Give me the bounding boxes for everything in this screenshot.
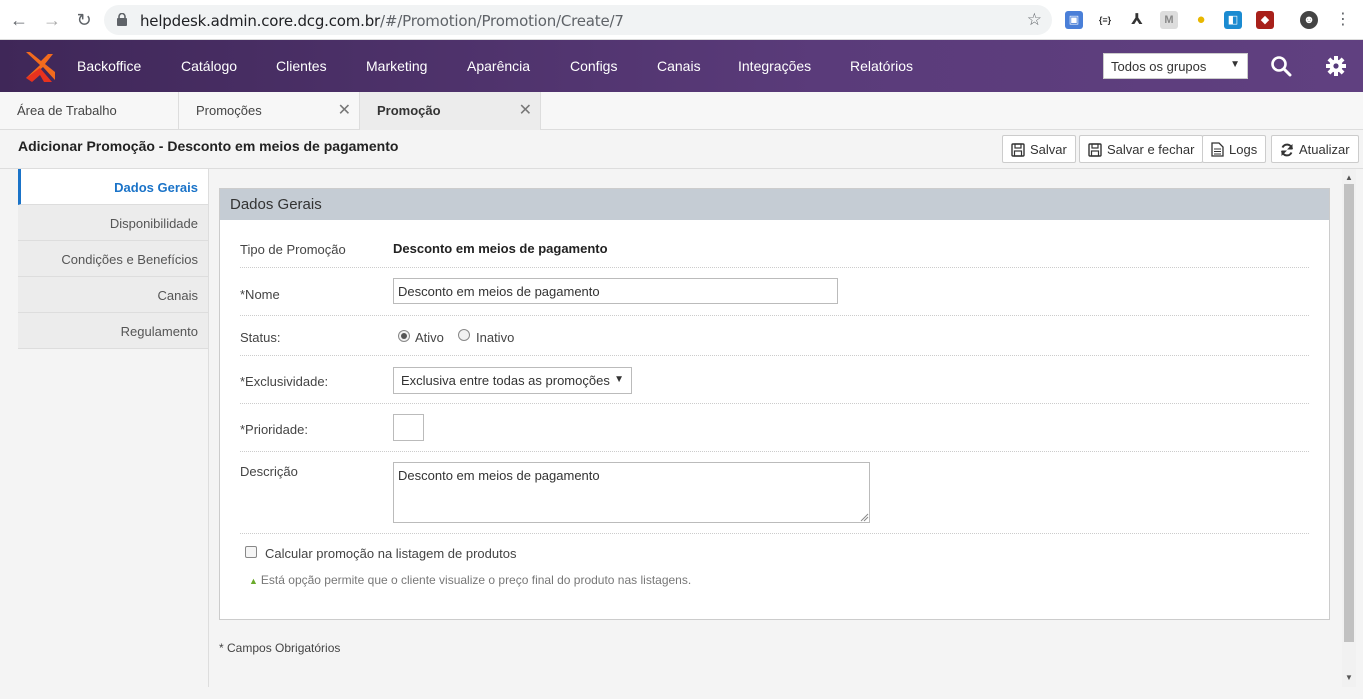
nav-catalogo[interactable]: Catálogo: [181, 58, 237, 74]
browser-menu-icon[interactable]: ⋮: [1332, 9, 1354, 31]
prioridade-label: *Prioridade:: [240, 422, 308, 437]
row-prioridade: *Prioridade:: [240, 404, 1309, 452]
extension-icon-3[interactable]: ⅄: [1128, 11, 1146, 29]
tab-promocoes[interactable]: Promoções ✕: [179, 92, 360, 130]
save-label: Salvar: [1030, 142, 1067, 157]
nome-input[interactable]: Desconto em meios de pagamento: [393, 278, 838, 304]
close-icon[interactable]: ✕: [519, 100, 532, 120]
document-icon: [1211, 142, 1224, 157]
bookmark-star-icon[interactable]: ☆: [1027, 10, 1042, 30]
extension-icon-2[interactable]: {≡}: [1096, 11, 1114, 29]
nav-configs[interactable]: Configs: [570, 58, 617, 74]
resize-handle-icon[interactable]: [860, 513, 869, 522]
back-icon[interactable]: ←: [8, 9, 30, 31]
forward-icon[interactable]: →: [41, 9, 63, 31]
browser-toolbar: ← → ↻ helpdesk.admin.core.dcg.com.br/#/P…: [0, 0, 1363, 40]
status-label: Status:: [240, 330, 281, 345]
nav-canais[interactable]: Canais: [657, 58, 701, 74]
menu-divider: [208, 169, 209, 687]
calc-promocao-hint: ▲ Está opção permite que o cliente visual…: [249, 573, 691, 587]
nav-aparencia[interactable]: Aparência: [467, 58, 530, 74]
group-select-value: Todos os grupos: [1111, 59, 1207, 74]
nav-backoffice[interactable]: Backoffice: [77, 58, 141, 74]
row-status: Status: Ativo Inativo: [240, 316, 1309, 356]
row-exclusividade: *Exclusividade: Exclusiva entre todas as…: [240, 356, 1309, 404]
tab-label: Promoções: [196, 103, 262, 118]
tab-label: Promoção: [377, 103, 441, 118]
logs-button[interactable]: Logs: [1202, 135, 1267, 163]
url-text: helpdesk.admin.core.dcg.com.br/#/Promoti…: [140, 12, 624, 30]
row-descricao: Descrição Desconto em meios de pagamento: [240, 452, 1309, 534]
address-bar[interactable]: helpdesk.admin.core.dcg.com.br/#/Promoti…: [104, 5, 1052, 35]
refresh-icon: [1281, 143, 1293, 157]
status-inativo-radio[interactable]: [458, 329, 470, 341]
scrollbar-thumb[interactable]: [1344, 184, 1354, 642]
save-close-label: Salvar e fechar: [1107, 142, 1195, 157]
calc-hint-text: Está opção permite que o cliente visuali…: [260, 573, 692, 587]
extension-icon-5[interactable]: ●: [1192, 11, 1210, 29]
prioridade-input[interactable]: [393, 414, 424, 441]
nav-integracoes[interactable]: Integrações: [738, 58, 811, 74]
profile-avatar[interactable]: ☻: [1300, 11, 1318, 29]
caret-up-icon: ▲: [249, 576, 258, 586]
nav-clientes[interactable]: Clientes: [276, 58, 327, 74]
gear-icon[interactable]: [1325, 55, 1347, 77]
descricao-label: Descrição: [240, 464, 298, 479]
section-regulamento[interactable]: Regulamento: [18, 313, 208, 349]
row-nome: *Nome Desconto em meios de pagamento: [240, 268, 1309, 316]
refresh-button[interactable]: Atualizar: [1271, 135, 1359, 163]
tab-promocao[interactable]: Promoção ✕: [360, 92, 541, 130]
tab-bar: Área de Trabalho Promoções ✕ Promoção ✕: [0, 92, 1363, 130]
lock-icon: [117, 13, 127, 26]
tipo-value: Desconto em meios de pagamento: [393, 241, 608, 256]
page-title: Adicionar Promoção - Desconto em meios d…: [18, 138, 399, 154]
search-icon[interactable]: [1270, 55, 1292, 77]
section-menu: Dados Gerais Disponibilidade Condições e…: [18, 169, 208, 349]
floppy-icon: [1011, 143, 1025, 157]
main-navbar: Backoffice Catálogo Clientes Marketing A…: [0, 40, 1363, 92]
refresh-label: Atualizar: [1299, 142, 1350, 157]
panel-title: Dados Gerais: [220, 189, 1329, 220]
save-close-button[interactable]: Salvar e fechar: [1079, 135, 1204, 163]
nav-marketing[interactable]: Marketing: [366, 58, 427, 74]
tab-label: Área de Trabalho: [17, 103, 117, 118]
floppy-icon: [1088, 143, 1102, 157]
section-canais[interactable]: Canais: [18, 277, 208, 313]
caret-down-icon: ▼: [1230, 59, 1240, 70]
group-select[interactable]: Todos os grupos ▼: [1103, 53, 1248, 79]
exclusividade-label: *Exclusividade:: [240, 374, 329, 389]
save-button[interactable]: Salvar: [1002, 135, 1076, 163]
status-inativo-label: Inativo: [476, 330, 515, 345]
section-dados-gerais[interactable]: Dados Gerais: [18, 169, 208, 205]
section-condicoes-beneficios[interactable]: Condições e Benefícios: [18, 241, 208, 277]
row-tipo: Tipo de Promoção Desconto em meios de pa…: [240, 220, 1309, 268]
logs-label: Logs: [1229, 142, 1258, 157]
descricao-textarea[interactable]: Desconto em meios de pagamento: [393, 462, 870, 523]
exclusividade-value: Exclusiva entre todas as promoções: [401, 373, 610, 388]
extension-icon-1[interactable]: ▣: [1065, 11, 1083, 29]
tipo-label: Tipo de Promoção: [240, 242, 346, 257]
close-icon[interactable]: ✕: [338, 100, 351, 120]
status-ativo-label: Ativo: [415, 330, 444, 345]
extension-icon-6[interactable]: ◧: [1224, 11, 1242, 29]
calc-promocao-checkbox[interactable]: [245, 546, 257, 558]
url-host: helpdesk.admin.core.dcg.com.br: [140, 12, 381, 30]
extension-icon-4[interactable]: M: [1160, 11, 1178, 29]
exclusividade-select[interactable]: Exclusiva entre todas as promoções ▼: [393, 367, 632, 394]
scroll-up-icon[interactable]: ▲: [1345, 173, 1353, 182]
reload-icon[interactable]: ↻: [73, 9, 95, 31]
url-path: /#/Promotion/Promotion/Create/7: [380, 12, 624, 30]
scroll-down-icon[interactable]: ▼: [1345, 673, 1353, 682]
brand-logo: [26, 52, 55, 82]
section-disponibilidade[interactable]: Disponibilidade: [18, 205, 208, 241]
nav-relatorios[interactable]: Relatórios: [850, 58, 913, 74]
calc-promocao-label: Calcular promoção na listagem de produto…: [265, 546, 517, 561]
status-ativo-radio[interactable]: [398, 330, 410, 342]
extension-icon-7[interactable]: ◆: [1256, 11, 1274, 29]
caret-down-icon: ▼: [614, 374, 624, 385]
nome-label: *Nome: [240, 287, 280, 302]
tab-area-de-trabalho[interactable]: Área de Trabalho: [0, 92, 179, 130]
required-fields-note: * Campos Obrigatórios: [219, 641, 341, 655]
